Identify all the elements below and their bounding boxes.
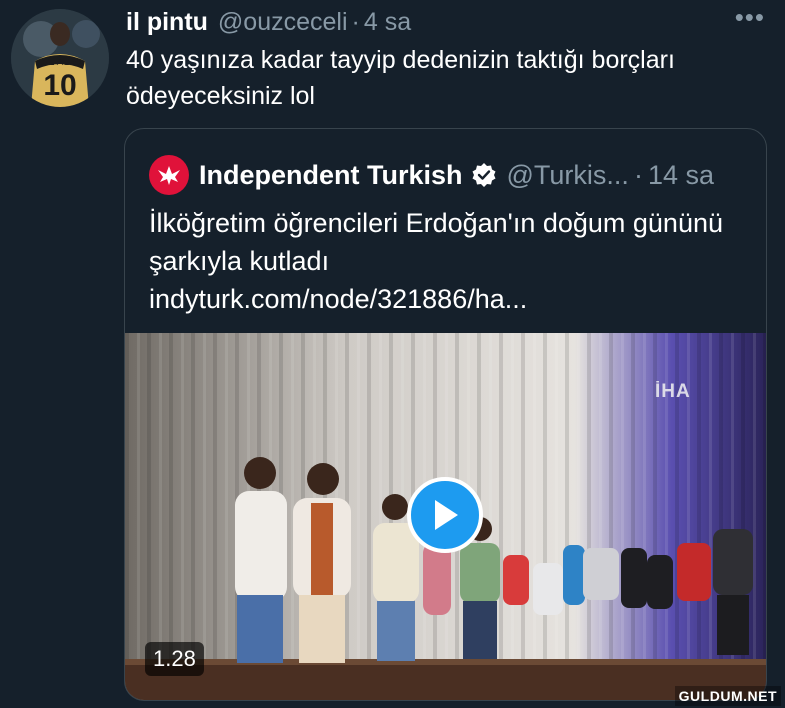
svg-text:DEL PIERO: DEL PIERO (39, 58, 81, 67)
author-name[interactable]: il pintu (126, 8, 208, 37)
more-options-icon[interactable]: ••• (735, 2, 765, 33)
eagle-logo-icon (158, 166, 180, 185)
quoted-author-avatar[interactable] (149, 155, 189, 195)
tweet-timestamp[interactable]: 4 sa (364, 8, 411, 37)
tweet-text: 40 yaşınıza kadar tayyip dedenizin taktı… (126, 46, 675, 110)
quoted-tweet-body: İlköğretim öğrencileri Erdoğan'ın doğum … (149, 204, 749, 318)
author-avatar[interactable]: DEL PIERO 10 (11, 9, 109, 107)
separator-dot: · (351, 7, 360, 36)
quoted-separator-dot: · (633, 159, 643, 190)
play-button[interactable] (407, 477, 483, 553)
quoted-tweet-link[interactable]: indyturk.com/node/321886/ha... (149, 280, 749, 318)
play-icon (435, 500, 458, 530)
quoted-author-handle[interactable]: @Turkis... (507, 160, 629, 191)
avatar-image: DEL PIERO 10 (11, 9, 109, 107)
quoted-tweet-timestamp[interactable]: 14 sa (648, 160, 714, 191)
quoted-tweet[interactable]: Independent Turkish @Turkis... · 14 sa İ… (124, 128, 767, 701)
quoted-tweet-header: Independent Turkish @Turkis... · 14 sa (149, 155, 750, 195)
tweet-header: il pintu @ouzceceli · 4 sa (126, 5, 765, 39)
author-handle[interactable]: @ouzceceli (218, 8, 348, 37)
svg-text:10: 10 (43, 69, 76, 102)
video-duration: 1.28 (145, 642, 204, 676)
video-player[interactable]: İHA 1.28 (125, 333, 766, 700)
quoted-author-name[interactable]: Independent Turkish (199, 160, 463, 191)
verified-badge-icon (472, 163, 496, 187)
channel-logo: İHA (655, 381, 691, 402)
watermark: GULDUM.NET (674, 686, 781, 706)
quoted-tweet-text: İlköğretim öğrencileri Erdoğan'ın doğum … (149, 208, 724, 276)
